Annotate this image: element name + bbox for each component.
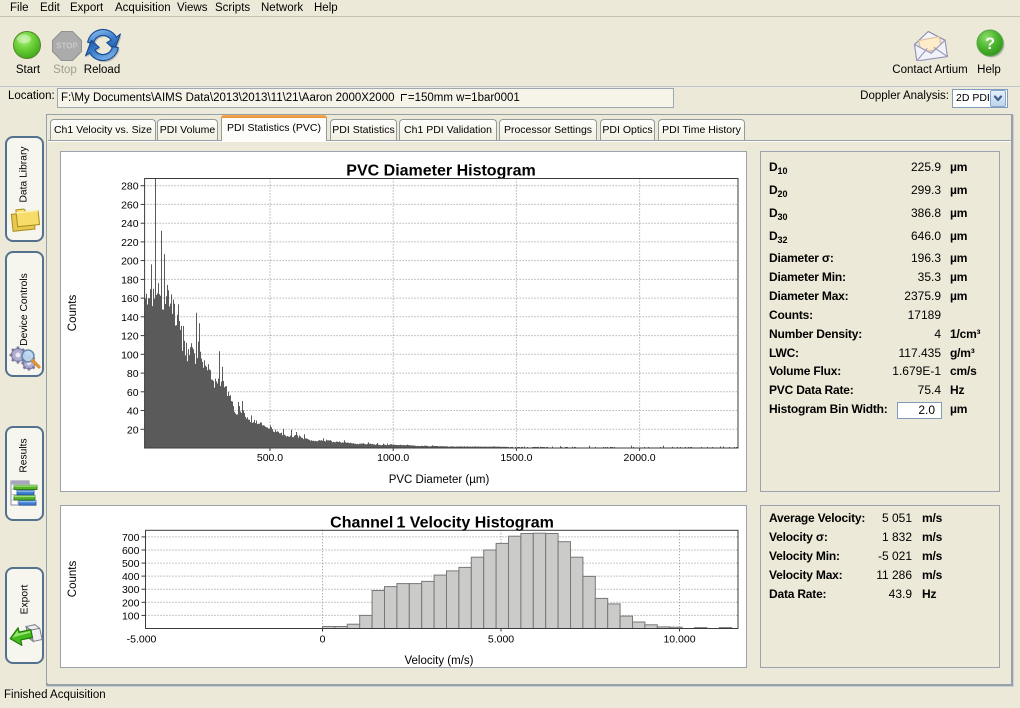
svg-text:STOP: STOP [56, 42, 78, 51]
svg-text:100: 100 [122, 610, 140, 622]
svg-text:PVC Diameter (µm): PVC Diameter (µm) [389, 474, 490, 486]
svg-text:2000.0: 2000.0 [624, 452, 656, 464]
svg-text:-5.000: -5.000 [127, 634, 157, 646]
svg-text:5.000: 5.000 [488, 634, 514, 646]
svg-text:Velocity (m/s): Velocity (m/s) [404, 655, 473, 667]
svg-text:0: 0 [320, 634, 326, 646]
svg-text:?: ? [985, 35, 995, 53]
svg-text:1500.0: 1500.0 [500, 452, 532, 464]
svg-text:500.0: 500.0 [257, 452, 283, 464]
svg-text:20: 20 [127, 424, 139, 436]
svg-text:10.000: 10.000 [663, 634, 695, 646]
svg-text:1000.0: 1000.0 [377, 452, 409, 464]
